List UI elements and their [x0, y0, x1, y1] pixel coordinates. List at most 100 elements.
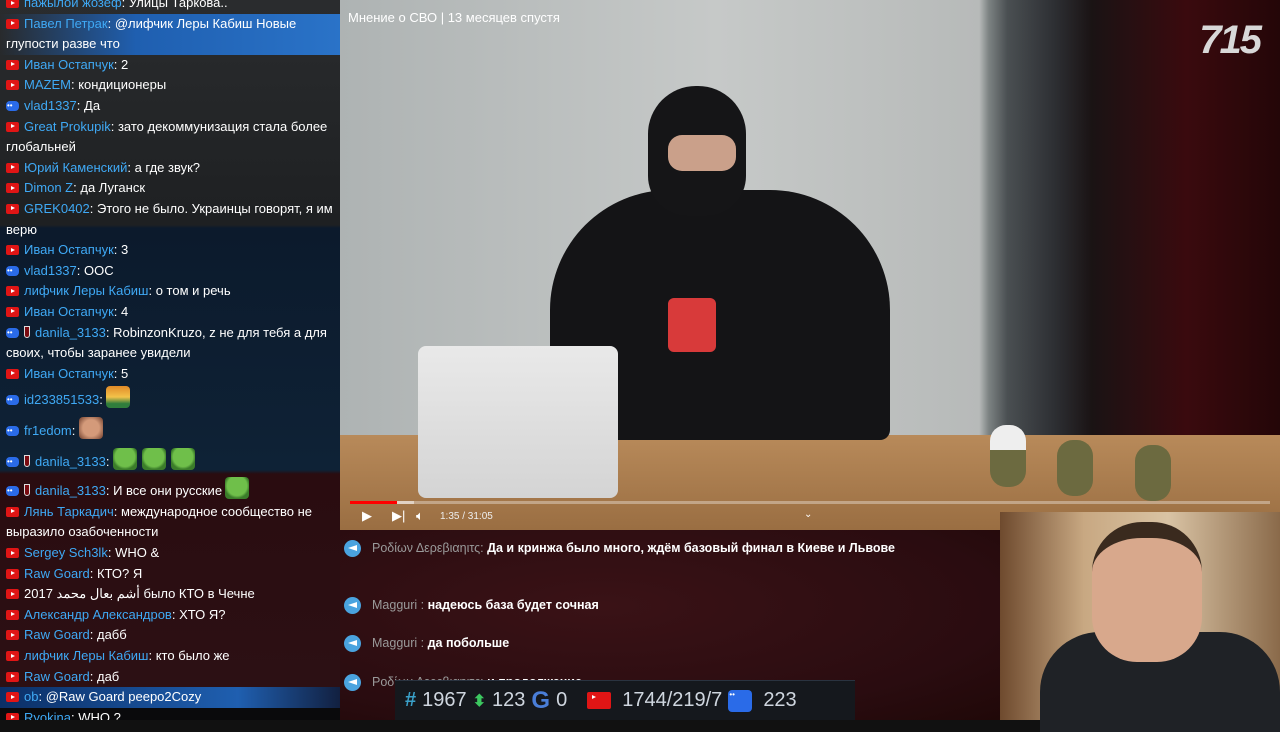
next-icon[interactable]: ▶|: [392, 508, 405, 524]
chat-username[interactable]: Raw Goard: [24, 669, 90, 684]
telegram-icon: [344, 674, 361, 691]
sun-emote-icon: [106, 386, 131, 409]
hash-icon: #: [405, 689, 417, 711]
video-title[interactable]: Мнение о СВО | 13 месяцев спустя: [348, 10, 560, 25]
telegram-icon: [344, 540, 361, 557]
vk-icon: [6, 457, 19, 468]
chat-message: лифчик Леры Кабиш: о том и речь: [0, 281, 340, 302]
chat-username[interactable]: Ryokina: [24, 710, 71, 720]
video-player[interactable]: Мнение о СВО | 13 месяцев спустя 715 ▶ ▶…: [340, 0, 1280, 530]
pepe-emote-icon: [142, 448, 167, 471]
chat-text: кондиционеры: [78, 77, 167, 93]
chat-username[interactable]: vlad1337: [24, 263, 77, 278]
stat-g: 0: [556, 689, 568, 711]
chat-username[interactable]: Иван Остапчук: [24, 57, 114, 72]
channel-logo[interactable]: 715: [1199, 18, 1262, 63]
volume-icon[interactable]: 🔈︎: [416, 508, 424, 524]
chat-text: И все они русские: [113, 483, 223, 499]
person-eyes: [668, 135, 736, 171]
chat-username[interactable]: Dimon Z: [24, 180, 73, 195]
time-display: 1:35 / 31:05: [440, 511, 493, 522]
up-down-icon: ⬍: [472, 692, 487, 710]
vk-icon: [6, 426, 19, 437]
progress-played: [350, 501, 397, 504]
youtube-icon: [6, 368, 19, 379]
chat-username[interactable]: danila_3133: [35, 325, 106, 340]
chat-username[interactable]: Sergey Sch3lk: [24, 545, 108, 560]
chat-username[interactable]: Юрий Каменский: [24, 160, 127, 175]
youtube-icon: [6, 121, 19, 132]
youtube-icon: [6, 651, 19, 662]
chat-username[interactable]: MAZEM: [24, 77, 71, 92]
glass-badge-icon: [24, 484, 30, 497]
youtube-icon: [6, 183, 19, 194]
chat-username[interactable]: danila_3133: [35, 454, 106, 469]
chat-username[interactable]: vlad1337: [24, 98, 77, 113]
man-emote-icon: [78, 417, 103, 440]
red-phone: [668, 298, 716, 352]
chat-message: Иван Остапчук: 4: [0, 302, 340, 323]
chat-username[interactable]: Raw Goard: [24, 627, 90, 642]
chat-message: id233851533:: [0, 384, 340, 415]
chat-message: Raw Goard: дабб: [0, 625, 340, 646]
chat-text: было КТО в Чечне: [143, 586, 255, 602]
chat-username[interactable]: id233851533: [24, 392, 99, 407]
youtube-icon: [6, 609, 19, 620]
chat-username[interactable]: danila_3133: [35, 483, 106, 498]
chat-username[interactable]: Иван Остапчук: [24, 366, 114, 381]
chat-username[interactable]: Александр Александров: [24, 607, 172, 622]
chat-username[interactable]: GREK0402: [24, 201, 90, 216]
chat-message: Лянь Таркадич: международное сообщество …: [6, 503, 313, 540]
pepe-emote-icon: [171, 448, 196, 471]
chat-username[interactable]: лифчик Леры Кабиш: [24, 283, 148, 298]
chat-message: Raw Goard: КТО? Я: [0, 564, 340, 585]
chat-username[interactable]: fr1edom: [24, 423, 72, 438]
chat-username[interactable]: пажылой жозеф: [24, 0, 122, 10]
chat-text: дабб: [96, 627, 127, 643]
telegram-message: Magguri : надеюсь база будет сочная: [344, 596, 904, 615]
chat-text: Улицы Таркова..: [128, 0, 228, 10]
progress-bar[interactable]: [350, 501, 1270, 504]
chat-text: WHO &: [115, 545, 160, 561]
chevron-down-icon[interactable]: ⌄: [804, 509, 812, 520]
chat-username[interactable]: Иван Остапчук: [24, 242, 114, 257]
streamer-webcam: [1000, 512, 1280, 732]
youtube-icon: [6, 80, 19, 91]
youtube-icon: [6, 548, 19, 559]
youtube-icon: [6, 59, 19, 70]
chat-message: Иван Остапчук: 5: [0, 364, 340, 385]
youtube-icon: [6, 712, 19, 720]
chat-username[interactable]: Иван Остапчук: [24, 304, 114, 319]
chat-username[interactable]: лифчик Леры Кабиш: [24, 648, 148, 663]
chat-message: Dimon Z: да Луганск: [0, 178, 340, 199]
youtube-icon: [6, 286, 19, 297]
glass-badge-icon: [24, 455, 30, 468]
telegram-message: Magguri : да побольше: [344, 634, 904, 653]
pepe-emote-icon: [113, 448, 138, 471]
chat-message: пажылой жозеф: Улицы Таркова..: [0, 0, 340, 14]
vk-icon: [6, 327, 19, 338]
chat-text: WHO ?: [78, 709, 121, 720]
chat-text: КТО? Я: [96, 565, 143, 581]
chat-username[interactable]: Лянь Таркадич: [24, 504, 114, 519]
chat-message: Raw Goard: даб: [0, 667, 340, 688]
chat-username[interactable]: Raw Goard: [24, 566, 90, 581]
chat-username[interactable]: Great Prokupik: [24, 119, 111, 134]
chat-text: 4: [121, 303, 129, 319]
stats-bar: # 1967 ⬍ 123 G 0 1744/219/7 223: [395, 680, 855, 720]
grenade: [1057, 440, 1093, 496]
chat-text: ХТО Я?: [179, 606, 226, 622]
chat-message: Great Prokupik: зато декоммунизация стал…: [6, 118, 328, 155]
chat-message: Павел Петрак: @лифчик Леры Кабиш Новые г…: [0, 13, 340, 55]
chat-text: 3: [121, 242, 129, 258]
chat-message: Иван Остапчук: 3: [0, 240, 340, 261]
play-icon[interactable]: ▶: [362, 508, 372, 524]
chat-username[interactable]: Павел Петрак: [24, 16, 108, 31]
chat-message: MAZEM: кондиционеры: [0, 75, 340, 96]
grenade: [990, 425, 1026, 487]
chat-username[interactable]: 2017 أشم بعال محمد: [24, 586, 140, 601]
chat-text: а где звук?: [134, 159, 201, 175]
vk-icon: [728, 689, 753, 712]
telegram-icon: [344, 597, 361, 614]
laptop: [418, 346, 618, 498]
